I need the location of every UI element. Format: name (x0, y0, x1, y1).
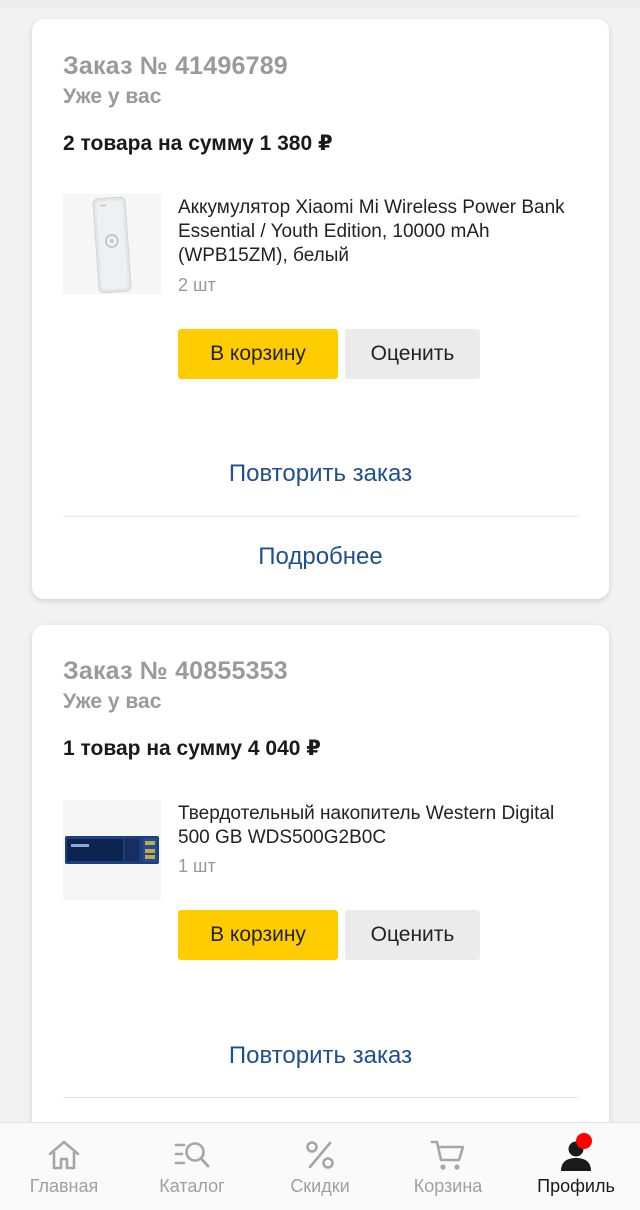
nav-label: Главная (29, 1176, 99, 1196)
add-to-cart-button[interactable]: В корзину (178, 329, 338, 379)
nav-item-discounts[interactable]: Скидки (256, 1123, 384, 1210)
order-summary: 1 товар на сумму 4 040 ₽ (63, 737, 321, 760)
nav-item-home[interactable]: Главная (0, 1123, 128, 1210)
top-edge (0, 0, 640, 8)
notification-dot-icon (576, 1133, 592, 1149)
cart-icon (428, 1137, 468, 1173)
divider (63, 1097, 578, 1098)
order-title: Заказ № 40855353 (63, 657, 288, 685)
divider (63, 516, 578, 517)
product-quantity: 1 шт (178, 856, 216, 876)
repeat-order-link[interactable]: Повторить заказ (32, 1042, 609, 1070)
nav-label: Скидки (290, 1176, 350, 1196)
catalog-search-icon (172, 1137, 212, 1173)
order-status: Уже у вас (63, 85, 162, 108)
order-summary: 2 товара на сумму 1 380 ₽ (63, 132, 333, 155)
profile-icon (556, 1133, 596, 1173)
rate-button[interactable]: Оценить (345, 329, 480, 379)
order-title: Заказ № 41496789 (63, 52, 288, 80)
rate-button[interactable]: Оценить (345, 910, 480, 960)
product-quantity: 2 шт (178, 275, 216, 295)
product-image[interactable] (63, 800, 161, 900)
power-bank-image (63, 194, 161, 294)
repeat-order-link[interactable]: Повторить заказ (32, 460, 609, 488)
order-card: Заказ № 41496789 Уже у вас 2 товара на с… (32, 19, 609, 599)
nav-label: Профиль (537, 1176, 615, 1196)
nav-label: Каталог (159, 1176, 225, 1196)
home-icon (44, 1137, 84, 1173)
nav-item-cart[interactable]: Корзина (384, 1123, 512, 1210)
order-details-link[interactable]: Подробнее (32, 543, 609, 571)
order-status: Уже у вас (63, 690, 162, 713)
nav-label: Корзина (413, 1176, 483, 1196)
nav-item-catalog[interactable]: Каталог (128, 1123, 256, 1210)
bottom-navigation: Главная Каталог Скидки Корзина Профиль (0, 1122, 640, 1210)
add-to-cart-button[interactable]: В корзину (178, 910, 338, 960)
ssd-image (63, 800, 161, 900)
product-name[interactable]: Твердотельный накопитель Western Digital… (178, 802, 578, 850)
percent-icon (300, 1137, 340, 1173)
product-name[interactable]: Аккумулятор Xiaomi Mi Wireless Power Ban… (178, 196, 578, 268)
nav-item-profile[interactable]: Профиль (512, 1123, 640, 1210)
order-card: Заказ № 40855353 Уже у вас 1 товар на су… (32, 625, 609, 1145)
product-image[interactable] (63, 194, 161, 294)
